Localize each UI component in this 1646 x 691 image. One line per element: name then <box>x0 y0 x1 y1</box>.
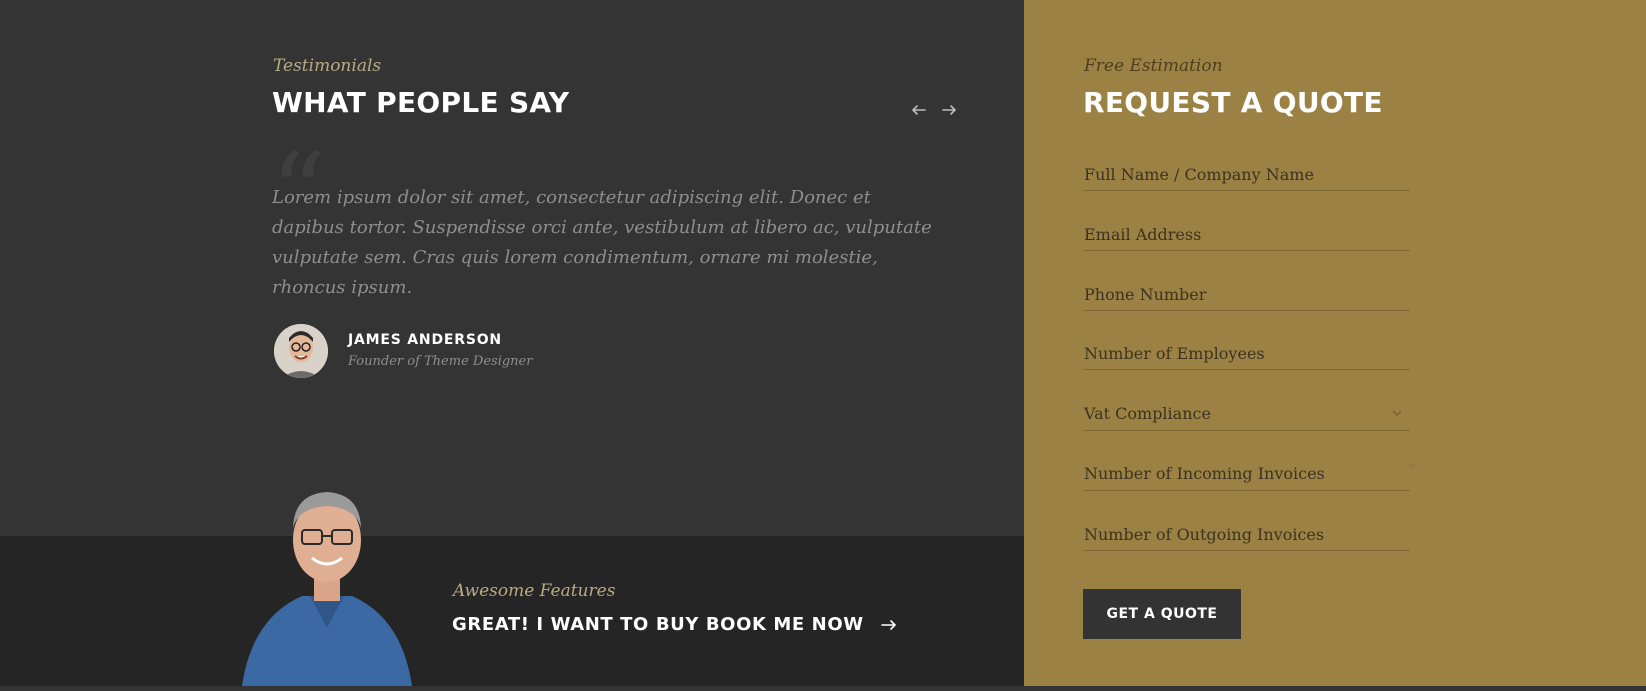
email-field <box>1084 220 1410 251</box>
incoming-select-label: Number of Incoming Invoices <box>1084 464 1325 483</box>
person-photo <box>232 478 422 686</box>
arrow-right-icon <box>880 619 896 630</box>
quote-eyebrow: Free Estimation <box>1084 56 1223 76</box>
phone-input[interactable] <box>1084 280 1410 308</box>
employees-field <box>1084 339 1410 370</box>
next-testimonial-button[interactable] <box>937 98 961 122</box>
phone-field <box>1084 280 1410 311</box>
features-band <box>0 536 1024 686</box>
outgoing-invoices-input[interactable] <box>1084 520 1410 548</box>
author-avatar <box>274 324 328 378</box>
chevron-down-icon <box>1392 410 1402 417</box>
features-eyebrow: Awesome Features <box>453 581 616 601</box>
testimonials-heading: WHAT PEOPLE SAY <box>272 86 570 119</box>
chevron-down-icon <box>1406 462 1416 469</box>
employees-input[interactable] <box>1084 339 1410 367</box>
get-quote-button[interactable]: GET A QUOTE <box>1083 589 1241 639</box>
incoming-invoices-select[interactable]: Number of Incoming Invoices <box>1084 460 1416 491</box>
cta-label: GREAT! I WANT TO BUY BOOK ME NOW <box>452 614 864 635</box>
arrow-left-icon <box>911 105 926 115</box>
testimonial-text: Lorem ipsum dolor sit amet, consectetur … <box>272 187 932 298</box>
vat-select[interactable]: Vat Compliance <box>1084 400 1410 431</box>
arrow-right-icon <box>942 105 957 115</box>
full-name-field <box>1084 160 1410 191</box>
buy-book-cta-link[interactable]: GREAT! I WANT TO BUY BOOK ME NOW <box>452 614 898 635</box>
author-role: Founder of Theme Designer <box>348 354 533 369</box>
full-name-input[interactable] <box>1084 160 1410 188</box>
author-name: JAMES ANDERSON <box>348 332 502 348</box>
outgoing-invoices-field <box>1084 520 1410 551</box>
vat-select-label: Vat Compliance <box>1084 404 1211 423</box>
quote-heading: REQUEST A QUOTE <box>1083 86 1383 119</box>
prev-testimonial-button[interactable] <box>907 98 931 122</box>
testimonials-eyebrow: Testimonials <box>273 56 382 76</box>
email-input[interactable] <box>1084 220 1410 248</box>
